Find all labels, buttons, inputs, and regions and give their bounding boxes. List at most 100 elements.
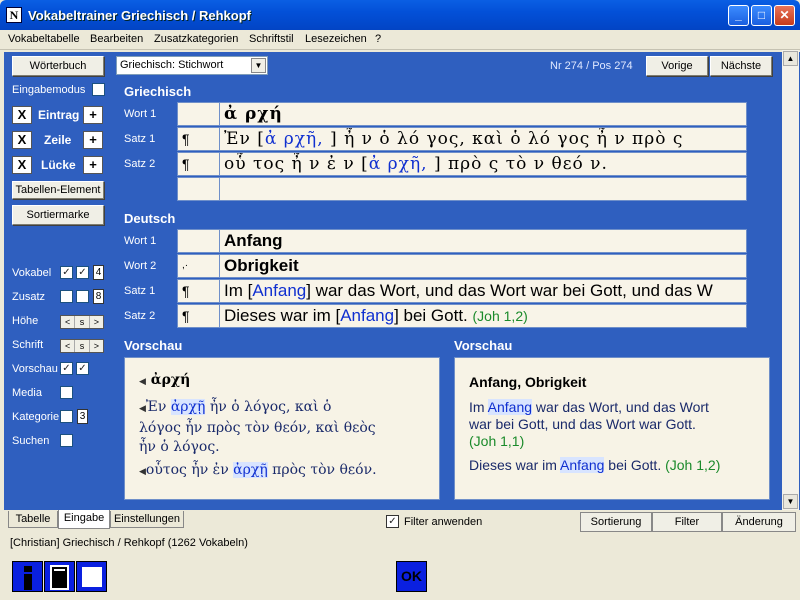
vorschau-checkbox-2[interactable]: ✓ <box>76 362 89 375</box>
info-icon[interactable] <box>12 561 43 592</box>
close-button[interactable]: ✕ <box>774 5 795 26</box>
vorschau-greek-word: ἀρχή <box>150 372 191 388</box>
app-icon: N <box>6 7 22 23</box>
nr-separator: / <box>586 60 590 72</box>
minimize-button[interactable]: _ <box>728 5 749 26</box>
de-row2[interactable]: ,· Obrigkeit <box>177 254 747 278</box>
schrift-stepper[interactable]: < s > <box>60 339 104 353</box>
pos-value: Pos 274 <box>592 60 633 72</box>
language-dropdown[interactable]: Griechisch: Stichwort ▼ <box>116 56 268 75</box>
gr-row3-label: Satz 2 <box>124 158 156 170</box>
vorige-button[interactable]: Vorige <box>646 56 708 76</box>
hoehe-s-button[interactable]: s <box>75 316 90 328</box>
menu-bearbeiten[interactable]: Bearbeiten <box>90 33 143 45</box>
vokabel-checkbox-2[interactable]: ✓ <box>76 266 89 279</box>
vorschau-greek-word-line: ◀ ἀρχή <box>139 372 190 388</box>
schrift-next-button[interactable]: > <box>90 340 103 352</box>
menu-lesezeichen[interactable]: Lesezeichen <box>305 33 367 45</box>
record-number: Nr 274 / Pos 274 <box>550 60 633 72</box>
status-info: [Christian] Griechisch / Rehkopf (1262 V… <box>10 537 248 549</box>
gr-row3-pre: οὗ τος ἦ ν ἐ ν [ <box>224 154 369 174</box>
zeile-add-button[interactable]: + <box>83 131 103 149</box>
speaker-icon[interactable]: ◀ <box>139 404 146 414</box>
status-user: [Christian] <box>10 537 60 549</box>
zusatz-checkbox-2[interactable] <box>76 290 89 303</box>
schrift-label: Schrift <box>12 339 44 351</box>
gr-row2[interactable]: ¶ Ἐν [ἀ ρχῆ, ] ἦ ν ὁ λό γος, καὶ ὁ λό γο… <box>177 127 747 151</box>
scroll-up-icon[interactable]: ▲ <box>783 51 798 66</box>
chevron-down-icon[interactable]: ▼ <box>251 58 266 73</box>
menu-vokabeltabelle[interactable]: Vokabeltabelle <box>8 33 80 45</box>
luecke-add-button[interactable]: + <box>83 156 103 174</box>
media-checkbox[interactable] <box>60 386 73 399</box>
gr-row4[interactable] <box>177 177 747 201</box>
vorschau-greek-sentence1: ◀Ἐν ἀρχῇ ἦν ὁ λόγος, καὶ ὁ λόγος ἦν πρὸς… <box>139 398 376 457</box>
eintrag-remove-button[interactable]: X <box>12 106 32 124</box>
hoehe-next-button[interactable]: > <box>90 316 103 328</box>
gr-row3-text[interactable]: οὗ τος ἦ ν ἐ ν [ἀ ρχῆ, ] πρὸ ς τὸ ν θεό … <box>224 153 744 175</box>
hoehe-stepper[interactable]: < s > <box>60 315 104 329</box>
gr-row3[interactable]: ¶ οὗ τος ἦ ν ἐ ν [ἀ ρχῆ, ] πρὸ ς τὸ ν θε… <box>177 152 747 176</box>
de-row4-reference: (Joh 1,2) <box>472 308 528 324</box>
woerterbuch-button[interactable]: Wörterbuch <box>12 56 104 76</box>
aenderung-button[interactable]: Änderung <box>722 512 796 532</box>
de-row3-text[interactable]: Im [Anfang] war das Wort, und das Wort w… <box>224 280 744 302</box>
maximize-button[interactable]: □ <box>751 5 772 26</box>
media-label: Media <box>12 387 42 399</box>
vl-s1-highlight: ἀρχῇ <box>170 399 206 415</box>
menu-help[interactable]: ? <box>375 33 381 45</box>
de-row2-text[interactable]: Obrigkeit <box>224 255 744 277</box>
eingabemodus-checkbox[interactable] <box>92 83 105 96</box>
vr-p2-reference: (Joh 1,2) <box>665 457 721 473</box>
gr-row1[interactable]: ἀ ρχή <box>177 102 747 126</box>
card-icon[interactable] <box>76 561 107 592</box>
zeile-remove-button[interactable]: X <box>12 131 32 149</box>
kategorie-checkbox[interactable] <box>60 410 73 423</box>
de-row2-mark: ,· <box>178 255 220 277</box>
zusatz-checkbox-1[interactable] <box>60 290 73 303</box>
vokabel-checkbox-1[interactable]: ✓ <box>60 266 73 279</box>
tab-eingabe[interactable]: Eingabe <box>58 510 110 529</box>
menu-schriftstil[interactable]: Schriftstil <box>249 33 294 45</box>
tabellen-element-button[interactable]: Tabellen-Element <box>12 181 104 199</box>
de-row4-text[interactable]: Dieses war im [Anfang] bei Gott. (Joh 1,… <box>224 305 744 327</box>
book-icon[interactable] <box>44 561 75 592</box>
kategorie-count: 3 <box>77 409 88 424</box>
naechste-button[interactable]: Nächste <box>710 56 772 76</box>
de-row4[interactable]: ¶ Dieses war im [Anfang] bei Gott. (Joh … <box>177 304 747 328</box>
zusatz-count: 8 <box>93 289 104 304</box>
sortierung-button[interactable]: Sortierung <box>580 512 652 532</box>
gr-row1-label: Wort 1 <box>124 108 157 120</box>
filter-checkbox[interactable]: ✓ <box>386 515 399 528</box>
gr-row3-mark: ¶ <box>178 153 220 175</box>
vr-p1-reference: (Joh 1,1) <box>469 433 525 449</box>
eintrag-add-button[interactable]: + <box>83 106 103 124</box>
speaker-icon[interactable]: ◀ <box>139 467 146 477</box>
luecke-remove-button[interactable]: X <box>12 156 32 174</box>
de-row3[interactable]: ¶ Im [Anfang] war das Wort, und das Wort… <box>177 279 747 303</box>
vorschau-checkbox-1[interactable]: ✓ <box>60 362 73 375</box>
tab-tabelle[interactable]: Tabelle <box>8 511 58 528</box>
tab-einstellungen[interactable]: Einstellungen <box>110 511 184 528</box>
ok-button[interactable]: OK <box>396 561 427 592</box>
deutsch-title: Deutsch <box>124 211 176 226</box>
scroll-down-icon[interactable]: ▼ <box>783 494 798 509</box>
menu-zusatzkategorien[interactable]: Zusatzkategorien <box>154 33 238 45</box>
gr-row1-text[interactable]: ἀ ρχή <box>224 103 744 125</box>
sortiermarke-button[interactable]: Sortiermarke <box>12 205 104 225</box>
suchen-checkbox[interactable] <box>60 434 73 447</box>
gr-row2-pre: Ἐν [ <box>224 129 265 149</box>
window-title: Vokabeltrainer Griechisch / Rehkopf <box>28 8 251 23</box>
gr-row4-text[interactable] <box>224 178 744 200</box>
de-row1-mark <box>178 230 220 252</box>
de-row1[interactable]: Anfang <box>177 229 747 253</box>
vr-p1-post: war das Wort, und das Wort <box>532 399 709 415</box>
speaker-icon[interactable]: ◀ <box>139 377 146 387</box>
de-row1-text[interactable]: Anfang <box>224 230 744 252</box>
gr-row2-text[interactable]: Ἐν [ἀ ρχῆ, ] ἦ ν ὁ λό γος, καὶ ὁ λό γος … <box>224 128 744 150</box>
schrift-prev-button[interactable]: < <box>61 340 76 352</box>
filter-button[interactable]: Filter <box>652 512 722 532</box>
hoehe-prev-button[interactable]: < <box>61 316 76 328</box>
schrift-s-button[interactable]: s <box>75 340 90 352</box>
vertical-scrollbar[interactable]: ▲ ▼ <box>782 50 799 511</box>
